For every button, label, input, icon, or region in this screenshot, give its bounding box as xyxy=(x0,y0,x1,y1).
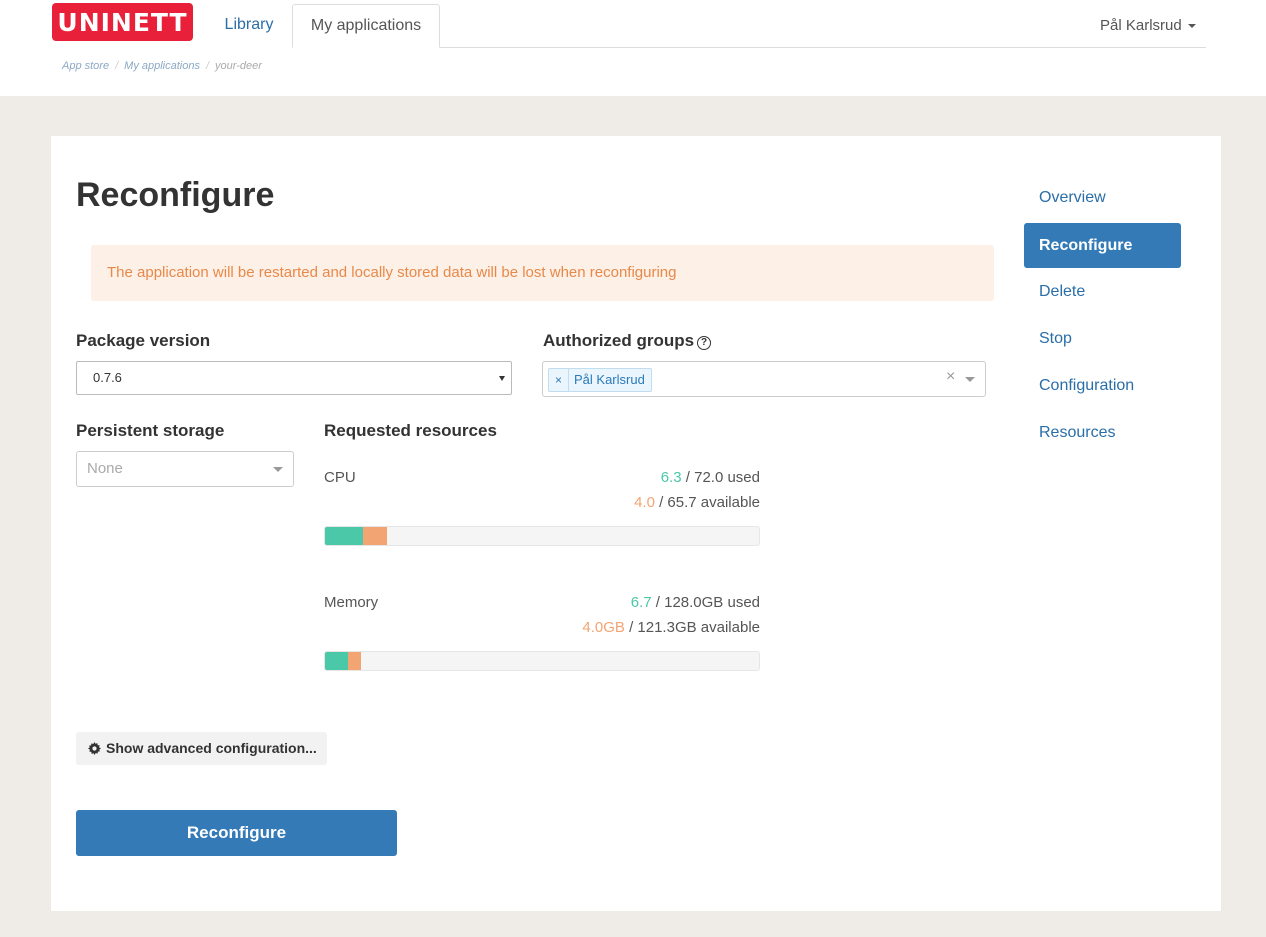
authorized-groups-label-text: Authorized groups xyxy=(543,331,695,350)
caret-down-icon xyxy=(1187,24,1196,29)
tab-my-applications[interactable]: My applications xyxy=(292,4,440,48)
tabs-divider xyxy=(440,47,1206,48)
package-version-label: Package version xyxy=(76,331,211,350)
reconfigure-submit-button[interactable]: Reconfigure xyxy=(76,810,397,856)
memory-requested-segment xyxy=(347,652,362,670)
breadcrumb: App store / My applications / your-deer xyxy=(62,60,262,72)
cpu-requested-value: 4.0 xyxy=(634,494,655,511)
cpu-usage-bar xyxy=(324,526,760,546)
group-tag: × Pål Karlsrud xyxy=(548,368,652,392)
sidebar-item-resources[interactable]: Resources xyxy=(1024,410,1181,455)
chevron-down-icon[interactable] xyxy=(965,377,975,382)
package-version-select[interactable]: 0.7.6 xyxy=(76,361,512,395)
memory-available-text: 4.0GB / 121.3GB available xyxy=(582,619,760,636)
memory-used-text: 6.7 / 128.0GB used xyxy=(631,594,760,611)
cpu-label: CPU xyxy=(324,469,356,486)
dropdown-arrow-icon xyxy=(499,376,505,381)
memory-usage-bar xyxy=(324,651,760,671)
chevron-down-icon xyxy=(273,467,283,472)
breadcrumb-separator: / xyxy=(115,60,119,72)
remove-tag-icon[interactable]: × xyxy=(549,369,569,391)
top-header: UNINETT Library My applications Pål Karl… xyxy=(0,0,1266,96)
sidebar-item-stop[interactable]: Stop xyxy=(1024,316,1181,361)
show-advanced-configuration-button[interactable]: Show advanced configuration... xyxy=(76,732,327,765)
cpu-available-total: / 65.7 available xyxy=(654,494,760,511)
group-tag-label: Pål Karlsrud xyxy=(574,372,645,387)
sidebar-item-reconfigure[interactable]: Reconfigure xyxy=(1024,223,1181,268)
user-name: Pål Karlsrud xyxy=(1100,17,1182,34)
memory-used-value: 6.7 xyxy=(630,594,652,611)
memory-used-segment xyxy=(325,652,348,670)
memory-used-total: / 128.0GB used xyxy=(651,594,760,611)
breadcrumb-app-store[interactable]: App store xyxy=(62,60,109,72)
cpu-available-text: 4.0 / 65.7 available xyxy=(634,494,760,511)
authorized-groups-label: Authorized groups? xyxy=(543,331,712,351)
memory-requested-value: 4.0GB xyxy=(582,619,625,636)
clear-selection-icon[interactable]: × xyxy=(946,368,955,386)
warning-alert: The application will be restarted and lo… xyxy=(91,245,994,301)
persistent-storage-placeholder: None xyxy=(87,460,123,477)
breadcrumb-my-applications[interactable]: My applications xyxy=(124,60,200,72)
package-version-value: 0.7.6 xyxy=(93,370,122,385)
advanced-button-label: Show advanced configuration... xyxy=(106,740,317,756)
persistent-storage-label: Persistent storage xyxy=(76,421,225,440)
tab-library[interactable]: Library xyxy=(208,4,290,48)
cpu-requested-segment xyxy=(362,527,388,545)
cpu-used-segment xyxy=(325,527,363,545)
memory-available-total: / 121.3GB available xyxy=(624,619,760,636)
page-title: Reconfigure xyxy=(76,176,275,214)
sidebar-item-delete[interactable]: Delete xyxy=(1024,269,1181,314)
memory-label: Memory xyxy=(324,594,379,611)
cpu-used-value: 6.3 xyxy=(660,469,682,486)
breadcrumb-separator: / xyxy=(205,60,210,72)
cpu-used-total: / 72.0 used xyxy=(681,469,760,486)
cpu-used-text: 6.3 / 72.0 used xyxy=(661,469,760,486)
gear-icon xyxy=(88,742,101,755)
sidebar-item-configuration[interactable]: Configuration xyxy=(1024,363,1181,408)
user-menu[interactable]: Pål Karlsrud xyxy=(1100,17,1196,34)
requested-resources-label: Requested resources xyxy=(324,421,497,440)
persistent-storage-select[interactable]: None xyxy=(76,451,294,487)
authorized-groups-select[interactable]: × Pål Karlsrud × xyxy=(542,361,986,397)
uninett-logo[interactable]: UNINETT xyxy=(52,3,193,41)
breadcrumb-current: your-deer xyxy=(215,60,262,72)
question-circle-icon[interactable]: ? xyxy=(697,336,712,350)
sidebar-item-overview[interactable]: Overview xyxy=(1024,175,1181,220)
